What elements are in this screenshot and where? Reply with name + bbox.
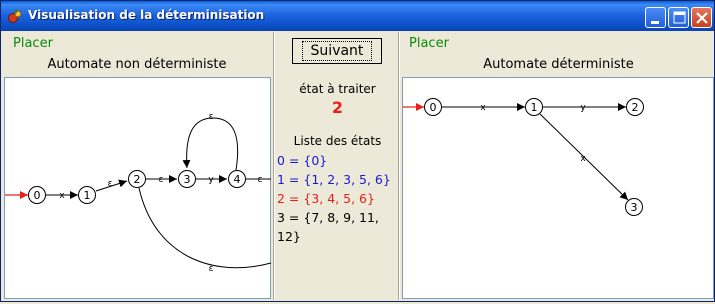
svg-text:3: 3 <box>184 173 191 186</box>
edge-label: y <box>208 175 214 185</box>
current-state-value: 2 <box>331 98 344 117</box>
svg-text:4: 4 <box>234 173 241 186</box>
deterministic-automaton-canvas[interactable]: 0 1 2 3 x y x <box>402 77 714 299</box>
svg-text:0: 0 <box>430 101 437 114</box>
state-2[interactable]: 2 <box>128 170 146 188</box>
edge-label: ε <box>159 175 164 185</box>
left-divider[interactable] <box>273 32 275 300</box>
svg-text:0: 0 <box>34 189 41 202</box>
edge-label: x <box>580 154 586 164</box>
edge-label: ε <box>108 179 113 189</box>
middle-panel: Suivant état à traiter 2 Liste des états… <box>277 32 398 300</box>
svg-text:2: 2 <box>632 101 639 114</box>
edge-label: x <box>480 103 486 113</box>
state-1[interactable]: 1 <box>78 186 96 204</box>
state-0[interactable]: 0 <box>28 186 46 204</box>
edge-label: y <box>580 103 586 113</box>
state-list-item: 2 = {3, 4, 5, 6} <box>277 191 375 206</box>
minimize-icon <box>651 21 659 24</box>
edge-label: ε <box>209 264 214 274</box>
state-list-item: 12} <box>277 229 301 244</box>
state-1[interactable]: 1 <box>525 98 543 116</box>
nondeterministic-automaton-canvas[interactable]: 0 1 2 3 4 x ε ε y ε ε ε <box>4 77 272 299</box>
state-list-item: 3 = {7, 8, 9, 11, <box>277 210 379 225</box>
suivant-button[interactable]: Suivant <box>292 38 382 64</box>
edge-2-loop <box>138 187 272 269</box>
svg-text:1: 1 <box>531 101 538 114</box>
svg-text:2: 2 <box>134 173 141 186</box>
svg-text:3: 3 <box>631 201 638 214</box>
edge-label: x <box>59 191 65 201</box>
state-3[interactable]: 3 <box>178 170 196 188</box>
right-divider[interactable] <box>398 32 400 300</box>
state-list-item: 0 = {0} <box>277 153 328 168</box>
maximize-icon <box>673 11 686 24</box>
nondeterministic-graph: 0 1 2 3 4 x ε ε y ε ε ε <box>5 112 272 274</box>
right-panel-heading: Automate déterministe <box>483 57 634 72</box>
left-placer-link[interactable]: Placer <box>13 36 53 51</box>
state-2[interactable]: 2 <box>626 98 644 116</box>
state-0[interactable]: 0 <box>424 98 442 116</box>
svg-text:1: 1 <box>84 189 91 202</box>
minimize-button[interactable] <box>645 7 666 28</box>
main-window: Visualisation de la déterminisation Plac… <box>0 0 715 302</box>
left-panel-heading: Automate non déterministe <box>47 57 227 72</box>
app-icon <box>8 9 22 23</box>
state-3[interactable]: 3 <box>625 198 643 216</box>
edge-label: ε <box>258 175 263 185</box>
edge-4-3 <box>182 117 239 171</box>
etat-a-traiter-label: état à traiter <box>299 82 376 96</box>
suivant-label: Suivant <box>301 41 373 61</box>
close-icon <box>696 12 708 24</box>
deterministic-graph: 0 1 2 3 x y x <box>403 98 644 216</box>
liste-des-etats-label: Liste des états <box>293 134 382 148</box>
state-4[interactable]: 4 <box>228 170 246 188</box>
window-title: Visualisation de la déterminisation <box>28 8 265 22</box>
title-bar[interactable]: Visualisation de la déterminisation <box>1 1 714 31</box>
right-placer-link[interactable]: Placer <box>409 36 449 51</box>
edge-label: ε <box>209 112 214 122</box>
state-list-item: 1 = {1, 2, 3, 5, 6} <box>277 172 391 187</box>
close-button[interactable] <box>691 7 712 28</box>
maximize-button[interactable] <box>668 7 689 28</box>
